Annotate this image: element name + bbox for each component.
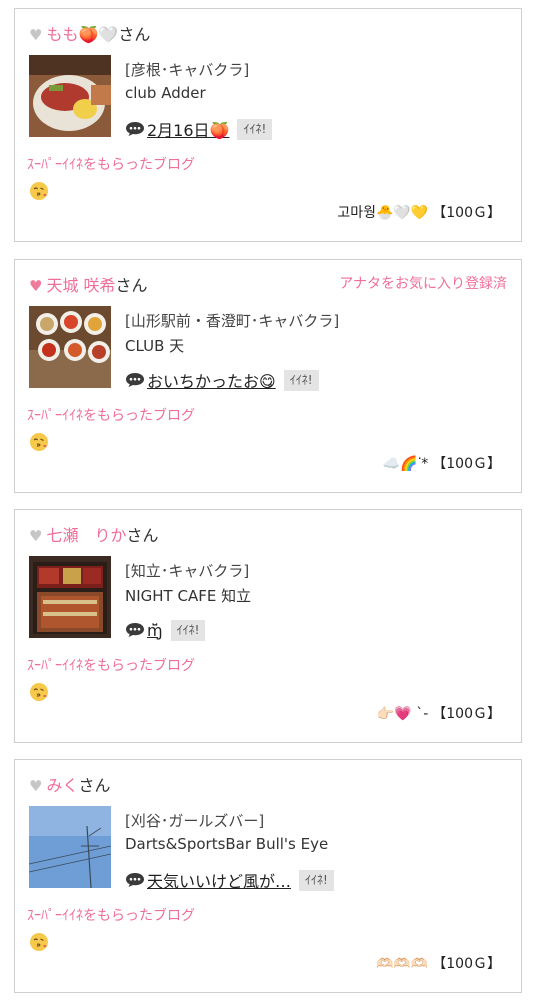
speech-bubble-icon bbox=[126, 873, 144, 887]
san-suffix: さん bbox=[115, 276, 148, 295]
blog-thumbnail[interactable] bbox=[29, 806, 111, 888]
iine-button[interactable]: ｲｲﾈ! bbox=[170, 619, 206, 641]
blog-row: 天気いいけど風が… ｲｲﾈ! bbox=[125, 868, 334, 892]
speech-bubble-icon bbox=[126, 122, 144, 136]
san-suffix: さん bbox=[118, 25, 151, 44]
food-photo-icon bbox=[29, 556, 111, 638]
post-card: ♥ 天城 咲希さん アナタをお気に入り登録済 [山形駅前・香澄町･キャバクラ] C… bbox=[14, 259, 522, 493]
user-line: ♥ みくさん bbox=[29, 772, 110, 796]
gift-message: ☁️🌈ᐝ* bbox=[382, 456, 429, 472]
blog-thumbnail[interactable] bbox=[29, 55, 111, 137]
iine-button[interactable]: ｲｲﾈ! bbox=[283, 369, 319, 391]
post-card: ♥ みくさん [刈谷･ガールズバー] Darts&SportsBar Bull's… bbox=[14, 759, 522, 993]
heart-icon: ♥ bbox=[29, 777, 43, 795]
super-iine-label: ｽｰﾊﾟｰｲｲﾈをもらったブログ bbox=[27, 408, 195, 424]
blog-title-link[interactable]: 2月16日🍑 bbox=[147, 117, 229, 141]
speech-bubble-icon bbox=[126, 623, 144, 637]
shop-area: [知立･キャバクラ] bbox=[125, 562, 250, 580]
post-card: ♥ もも🍑🤍さん [彦根･キャバクラ] club Adder 2月16日🍑 ｲｲﾈ… bbox=[14, 8, 522, 242]
gift-row: ☁️🌈ᐝ* 【100Ｇ】 bbox=[383, 453, 501, 473]
heart-icon: ♥ bbox=[29, 527, 43, 545]
user-name-link[interactable]: みく bbox=[46, 776, 78, 795]
gift-price: 【100Ｇ】 bbox=[432, 205, 501, 221]
gift-price: 【100Ｇ】 bbox=[432, 456, 501, 472]
blog-row: おいちかったお😋 ｲｲﾈ! bbox=[125, 368, 319, 392]
gift-row: 🫶🏻🫶🏻🫶🏻 【100Ｇ】 bbox=[376, 953, 501, 973]
shop-name-link[interactable]: club Adder bbox=[125, 84, 206, 102]
iine-button[interactable]: ｲｲﾈ! bbox=[299, 869, 334, 891]
kiss-face-emoji-icon bbox=[30, 933, 48, 951]
shop-name-link[interactable]: NIGHT CAFE 知立 bbox=[125, 585, 251, 606]
gift-message: 👉🏻💗 ˋ- bbox=[376, 706, 429, 722]
gift-message: 고마웡🐣🤍💛 bbox=[337, 205, 429, 221]
heart-icon: ♥ bbox=[29, 277, 43, 295]
gift-price: 【100Ｇ】 bbox=[432, 706, 501, 722]
kiss-face-emoji-icon bbox=[30, 182, 48, 200]
user-name-link[interactable]: 天城 咲希 bbox=[46, 276, 115, 295]
user-name-link[interactable]: もも🍑🤍 bbox=[46, 25, 118, 44]
kiss-face-emoji-icon bbox=[30, 683, 48, 701]
super-iine-label: ｽｰﾊﾟｰｲｲﾈをもらったブログ bbox=[27, 658, 195, 674]
blog-thumbnail[interactable] bbox=[29, 306, 111, 388]
san-suffix: さん bbox=[126, 526, 159, 545]
user-line: ♥ 七瀬 りかさん bbox=[29, 522, 158, 546]
shop-area: [彦根･キャバクラ] bbox=[125, 61, 250, 79]
blog-row: ɱ̆̈ ｲｲﾈ! bbox=[125, 618, 206, 642]
super-iine-label: ｽｰﾊﾟｰｲｲﾈをもらったブログ bbox=[27, 157, 195, 173]
iine-button[interactable]: ｲｲﾈ! bbox=[237, 118, 273, 140]
shop-name-link[interactable]: Darts&SportsBar Bull's Eye bbox=[125, 835, 328, 853]
user-line: ♥ 天城 咲希さん bbox=[29, 272, 148, 296]
blog-title-link[interactable]: おいちかったお😋 bbox=[147, 368, 276, 392]
shop-name-link[interactable]: CLUB 天 bbox=[125, 335, 184, 356]
post-card: ♥ 七瀬 りかさん [知立･キャバクラ] NIGHT CAFE 知立 ɱ̆̈ ｲｲ… bbox=[14, 509, 522, 743]
heart-icon: ♥ bbox=[29, 26, 43, 44]
speech-bubble-icon bbox=[126, 373, 144, 387]
gift-row: 👉🏻💗 ˋ- 【100Ｇ】 bbox=[377, 703, 501, 723]
user-line: ♥ もも🍑🤍さん bbox=[29, 21, 150, 45]
gift-row: 고마웡🐣🤍💛 【100Ｇ】 bbox=[337, 202, 501, 222]
blog-title-link[interactable]: ɱ̆̈ bbox=[147, 621, 163, 640]
food-photo-icon bbox=[29, 306, 111, 388]
shop-area: [刈谷･ガールズバー] bbox=[125, 812, 265, 830]
user-name-link[interactable]: 七瀬 りか bbox=[46, 526, 126, 545]
shop-area: [山形駅前・香澄町･キャバクラ] bbox=[125, 312, 340, 330]
gift-message: 🫶🏻🫶🏻🫶🏻 bbox=[375, 956, 429, 972]
favorite-registered-note: アナタをお気に入り登録済 bbox=[339, 276, 507, 292]
blog-thumbnail[interactable] bbox=[29, 556, 111, 638]
kiss-face-emoji-icon bbox=[30, 433, 48, 451]
blog-row: 2月16日🍑 ｲｲﾈ! bbox=[125, 117, 273, 141]
gift-price: 【100Ｇ】 bbox=[432, 956, 501, 972]
food-photo-icon bbox=[29, 55, 111, 137]
blog-title-link[interactable]: 天気いいけど風が… bbox=[147, 868, 291, 892]
super-iine-label: ｽｰﾊﾟｰｲｲﾈをもらったブログ bbox=[27, 908, 195, 924]
sky-photo-icon bbox=[29, 806, 111, 888]
san-suffix: さん bbox=[78, 776, 111, 795]
